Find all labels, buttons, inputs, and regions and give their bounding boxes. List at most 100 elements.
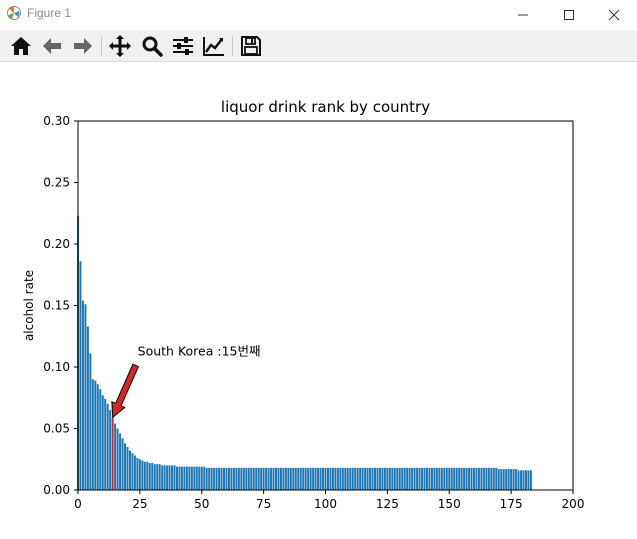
bar [240, 467, 243, 490]
bar [312, 467, 315, 490]
bar [284, 467, 287, 490]
bar [223, 467, 226, 490]
save-button[interactable] [238, 33, 264, 59]
bar [193, 466, 196, 490]
bar [522, 470, 525, 490]
bar [133, 455, 136, 490]
zoom-button[interactable] [139, 33, 165, 59]
bar [218, 467, 221, 490]
minimize-button[interactable] [500, 0, 546, 30]
bar [277, 467, 280, 490]
home-button[interactable] [8, 33, 34, 59]
bar [383, 467, 386, 490]
bar [487, 467, 490, 490]
home-icon [11, 37, 31, 55]
forward-button[interactable] [70, 33, 96, 59]
bar [465, 467, 468, 490]
figure-canvas[interactable]: 0 25 50 75 100 125 150 175 200 0.00 0.05 0.10 0.15 0… [0, 62, 637, 539]
bar [260, 467, 263, 490]
bar [458, 467, 461, 490]
bar [403, 467, 406, 490]
bar [136, 458, 139, 490]
bar [443, 467, 446, 490]
bar [198, 466, 201, 490]
x-tick-label: 175 [500, 497, 523, 511]
toolbar-separator [101, 36, 102, 56]
x-tick-label: 75 [256, 497, 271, 511]
bar [178, 466, 181, 490]
bar [391, 467, 394, 490]
bar [386, 467, 389, 490]
y-tick-label: 0.20 [43, 237, 70, 251]
bar [490, 467, 493, 490]
bar [96, 384, 99, 490]
bar [188, 466, 191, 490]
maximize-icon [564, 10, 574, 20]
bar [515, 469, 518, 490]
y-tick-label: 0.00 [43, 483, 70, 497]
annotation-text: South Korea :15번째 [138, 343, 261, 358]
x-tick-label: 100 [314, 497, 337, 511]
bar [267, 467, 270, 490]
bar [104, 398, 107, 490]
close-button[interactable] [591, 0, 637, 30]
subplots-button[interactable] [170, 33, 196, 59]
toolbar-separator [232, 36, 233, 56]
bar [84, 304, 87, 490]
bar [507, 469, 510, 490]
annotation-group: South Korea :15번째 [111, 343, 261, 419]
maximize-button[interactable] [546, 0, 592, 30]
bar [502, 469, 505, 490]
bar [396, 467, 399, 490]
window-title: Figure 1 [27, 6, 72, 20]
bar [282, 467, 285, 490]
bar [114, 423, 117, 490]
bar [475, 467, 478, 490]
edit-axes-button[interactable] [201, 33, 227, 59]
bar [203, 466, 206, 490]
bar [468, 467, 471, 490]
pan-icon [109, 35, 131, 57]
x-tick-label: 25 [132, 497, 147, 511]
bar [272, 467, 275, 490]
bar [235, 467, 238, 490]
bar [344, 467, 347, 490]
back-button[interactable] [39, 33, 65, 59]
y-tick-label: 0.25 [43, 176, 70, 190]
x-tick-label: 50 [194, 497, 209, 511]
x-tick-label: 0 [74, 497, 82, 511]
bar [416, 467, 419, 490]
bar [470, 467, 473, 490]
annotation-arrow [111, 363, 140, 419]
window-titlebar: Figure 1 [0, 0, 637, 30]
bar [86, 326, 89, 490]
bar [336, 467, 339, 490]
bar [497, 469, 500, 490]
bar [289, 467, 292, 490]
close-icon [608, 9, 620, 21]
bar [418, 467, 421, 490]
bar [210, 467, 213, 490]
bar [359, 467, 362, 490]
x-tick-label: 125 [376, 497, 399, 511]
bar [247, 467, 250, 490]
y-tick-label: 0.05 [43, 422, 70, 436]
bar [480, 467, 483, 490]
bar [299, 467, 302, 490]
bar [128, 450, 131, 490]
pan-button[interactable] [107, 33, 133, 59]
bar [242, 467, 245, 490]
bar [91, 379, 94, 490]
bar [440, 467, 443, 490]
bar [250, 467, 253, 490]
bar [361, 467, 364, 490]
zoom-icon [142, 36, 163, 57]
bar [319, 467, 322, 490]
bar [101, 395, 104, 490]
bar [354, 467, 357, 490]
bar-chart: 0 25 50 75 100 125 150 175 200 0.000.050.100.150… [22, 98, 584, 511]
bar [119, 433, 122, 490]
bar [455, 467, 458, 490]
bar [205, 467, 208, 490]
bar [94, 380, 97, 490]
